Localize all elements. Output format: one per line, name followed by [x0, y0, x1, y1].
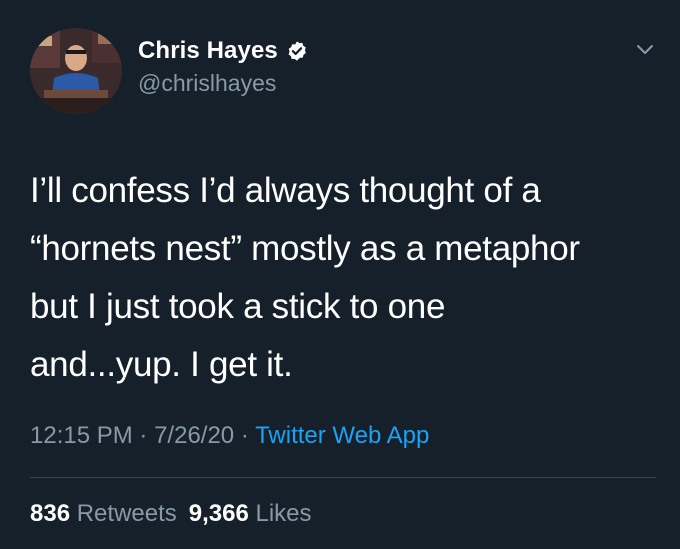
tweet-text-line: and...yup. I get it.	[30, 345, 293, 384]
verified-badge-icon	[286, 40, 308, 62]
tweet-card: Chris Hayes @chrislhayes I’ll confess I’…	[0, 0, 680, 549]
tweet-time[interactable]: 12:15 PM	[30, 422, 133, 449]
retweets-label: Retweets	[76, 500, 177, 527]
chevron-down-icon[interactable]	[634, 38, 656, 60]
tweet-date[interactable]: 7/26/20	[154, 422, 234, 449]
author-handle[interactable]: @chrislhayes	[138, 70, 276, 97]
meta-separator: ·	[240, 422, 249, 449]
divider	[30, 477, 656, 478]
tweet-source-link[interactable]: Twitter Web App	[255, 422, 429, 449]
retweets-count: 836	[30, 500, 71, 527]
likes-label: Likes	[255, 500, 312, 527]
likes-count: 9,366	[188, 500, 249, 527]
retweets-stat[interactable]: 836 Retweets	[30, 500, 177, 527]
tweet-text-line: I’ll confess I’d always thought of a	[30, 171, 541, 210]
likes-stat[interactable]: 9,366 Likes	[189, 500, 312, 527]
avatar[interactable]	[30, 28, 122, 114]
author-name-row: Chris Hayes	[138, 36, 308, 66]
author-display-name[interactable]: Chris Hayes	[138, 37, 278, 65]
tweet-text-line: “hornets nest” mostly as a metaphor	[30, 229, 580, 268]
tweet-metadata: 12:15 PM · 7/26/20 · Twitter Web App	[30, 422, 429, 450]
tweet-text: I’ll confess I’d always thought of a “ho…	[30, 162, 660, 394]
meta-separator: ·	[139, 422, 148, 449]
tweet-text-line: but I just took a stick to one	[30, 287, 446, 326]
tweet-stats: 836 Retweets 9,366 Likes	[30, 500, 312, 528]
